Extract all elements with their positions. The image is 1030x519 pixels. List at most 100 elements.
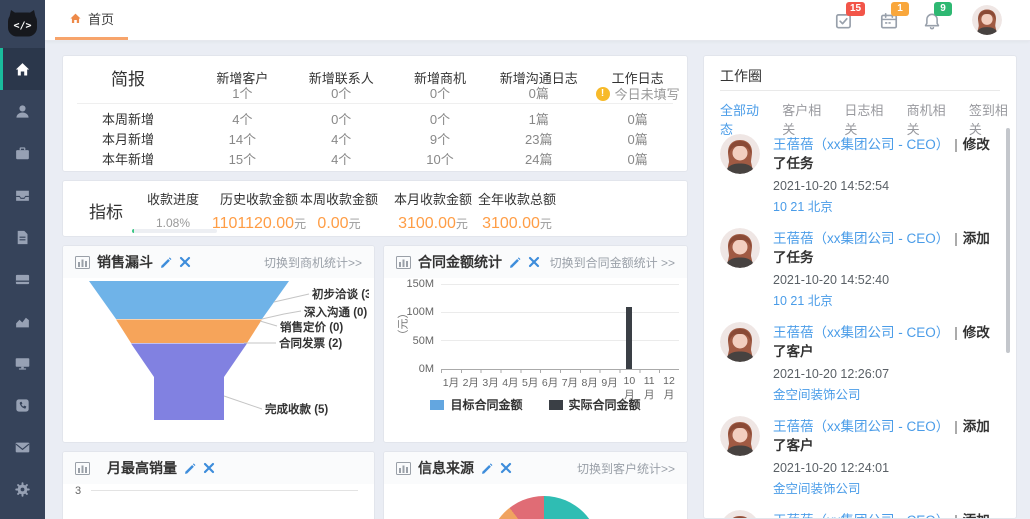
sidebar-item-documents[interactable]	[0, 216, 45, 258]
avatar[interactable]	[720, 416, 760, 456]
feed-user-link[interactable]: 王蓓蓓（xx集团公司 - CEO）	[773, 137, 949, 152]
notifications-button[interactable]: 9	[922, 6, 948, 32]
sidebar-item-inbox[interactable]	[0, 174, 45, 216]
feed-tab-all[interactable]: 全部动态	[720, 100, 767, 138]
tasks-button[interactable]: 15	[834, 6, 860, 32]
contract-stats-card: 合同金额统计 切换到合同金额统计 >> 150M 100M 50M 0M （元）…	[383, 245, 688, 443]
work-log-warning: !今日未填写	[596, 84, 680, 103]
chart-icon	[75, 462, 90, 475]
table-row: 本周新增 4个 0个 0个 1篇 0篇	[63, 109, 687, 128]
info-source-card: 信息来源 切换到客户统计>>	[383, 451, 688, 519]
divider	[77, 103, 673, 104]
feed-tab-opportunity[interactable]: 商机相关	[907, 100, 954, 138]
topbar: 首页 15 1 9	[45, 0, 1030, 41]
feed-item: 王蓓蓓（xx集团公司 - CEO）|添加了客户 2021-10-20 12:24…	[704, 416, 1016, 498]
sidebar-item-mail[interactable]	[0, 426, 45, 468]
table-row: 本月新增 14个 4个 9个 23篇 0篇	[63, 129, 687, 148]
feed-user-link[interactable]: 王蓓蓓（xx集团公司 - CEO）	[773, 419, 949, 434]
gridline	[441, 340, 679, 341]
sidebar-item-business[interactable]	[0, 132, 45, 174]
feed-target-link[interactable]: 10 21 北京	[773, 292, 998, 310]
phone-icon	[14, 397, 31, 414]
briefcase-icon	[14, 145, 31, 162]
sidebar-item-billing[interactable]	[0, 258, 45, 300]
brief-today-value: 0篇	[489, 83, 588, 103]
avatar[interactable]	[720, 322, 760, 362]
feed-user-link[interactable]: 王蓓蓓（xx集团公司 - CEO）	[773, 513, 949, 518]
monitor-icon	[14, 355, 31, 372]
funnel-title: 销售漏斗	[97, 252, 153, 272]
metrics-card: 指标 收款进度 1.08% 历史收款金额 1101120.00元 本周收款金额 …	[62, 180, 688, 237]
sales-funnel-chart[interactable]: 初步洽谈 (3) 深入沟通 (0) 销售定价 (0) 合同发票 (2) 完成收款…	[69, 280, 369, 440]
source-title: 信息来源	[418, 458, 474, 478]
home-icon	[14, 61, 31, 78]
sidebar-item-workbench[interactable]	[0, 342, 45, 384]
brief-today-value: 0个	[292, 83, 391, 103]
app-logo[interactable]: </>	[5, 5, 40, 40]
feed-tabs: 全部动态 客户相关 日志相关 商机相关 签到相关	[720, 100, 1016, 138]
edit-pencil-icon[interactable]	[184, 462, 196, 474]
close-icon[interactable]	[179, 256, 191, 268]
home-icon	[69, 12, 82, 25]
user-avatar[interactable]	[972, 5, 1002, 35]
avatar[interactable]	[720, 228, 760, 268]
calendar-badge: 1	[891, 2, 909, 16]
funnel-stage-label: 深入沟通 (0)	[304, 305, 367, 319]
tasks-badge: 15	[846, 2, 865, 16]
document-icon	[14, 229, 31, 246]
gridline	[91, 490, 358, 491]
notifications-badge: 9	[934, 2, 952, 16]
x-axis-ticks	[441, 369, 679, 373]
billing-card-icon	[14, 271, 31, 288]
y-axis-label: （元）	[395, 308, 411, 341]
bar-实际合同金额[interactable]	[626, 307, 632, 369]
switch-to-opportunity-link[interactable]: 切换到商机统计>>	[264, 254, 362, 271]
sidebar-item-analytics[interactable]	[0, 300, 45, 342]
edit-pencil-icon[interactable]	[481, 462, 493, 474]
contract-bar-chart[interactable]: 150M 100M 50M 0M （元） 1月2月3月4月5月6月7月8月9月1…	[384, 246, 687, 442]
funnel-stage-label: 完成收款 (5)	[265, 402, 328, 416]
feed-target-link[interactable]: 金空间装饰公司	[773, 480, 998, 498]
close-icon[interactable]	[500, 462, 512, 474]
chart-icon	[396, 462, 411, 475]
feed-tab-log[interactable]: 日志相关	[844, 100, 891, 138]
avatar[interactable]	[720, 134, 760, 174]
legend-target[interactable]: 目标合同金额	[430, 396, 522, 413]
sales-funnel-card: 销售漏斗 切换到商机统计>> 初步洽谈 (3) 深入沟通 (0) 销售定价 (0…	[62, 245, 375, 443]
legend-swatch	[549, 400, 563, 410]
brief-card: 简报 新增客户 新增联系人 新增商机 新增沟通日志 工作日志 1个 0个 0个 …	[62, 55, 688, 172]
feed-target-link[interactable]: 金空间装饰公司	[773, 386, 998, 404]
sidebar-item-customers[interactable]	[0, 90, 45, 132]
edit-pencil-icon[interactable]	[160, 256, 172, 268]
crm-dashboard: </>	[0, 0, 1030, 519]
work-feed-panel: 工作圈 全部动态 客户相关 日志相关 商机相关 签到相关 王蓓蓓（xx集团公司 …	[703, 55, 1017, 519]
feed-user-link[interactable]: 王蓓蓓（xx集团公司 - CEO）	[773, 325, 949, 340]
mail-icon	[14, 439, 31, 456]
sidebar-item-home[interactable]	[0, 48, 45, 90]
tab-home-label: 首页	[88, 9, 114, 28]
feed-user-link[interactable]: 王蓓蓓（xx集团公司 - CEO）	[773, 231, 949, 246]
brief-today-value: 0个	[391, 83, 490, 103]
monthly-title: 月最高销量	[107, 458, 177, 478]
feed-item: 王蓓蓓（xx集团公司 - CEO）|添加了任务 2021-10-20 14:52…	[704, 228, 1016, 310]
tab-home[interactable]: 首页	[55, 0, 128, 40]
gridline	[441, 312, 679, 313]
chart-icon	[75, 256, 90, 269]
gridline	[441, 284, 679, 285]
feed-tab-customer[interactable]: 客户相关	[782, 100, 829, 138]
sidebar-item-settings[interactable]	[0, 468, 45, 510]
brief-today-value: 1个	[193, 83, 292, 103]
divider	[720, 90, 1000, 91]
legend-actual[interactable]: 实际合同金额	[549, 396, 641, 413]
close-icon[interactable]	[203, 462, 215, 474]
feed-item: 王蓓蓓（xx集团公司 - CEO）|添加了任务 2021-10-19 19:55…	[704, 510, 1016, 518]
info-source-pie-chart[interactable]	[488, 496, 600, 519]
logo-text: </>	[13, 21, 31, 32]
feed-scrollbar[interactable]	[1006, 128, 1010, 353]
avatar[interactable]	[720, 510, 760, 518]
sidebar-item-calls[interactable]	[0, 384, 45, 426]
calendar-button[interactable]: 1	[879, 6, 905, 32]
feed-time: 2021-10-20 14:52:54	[773, 177, 998, 195]
feed-target-link[interactable]: 10 21 北京	[773, 198, 998, 216]
switch-to-customer-link[interactable]: 切换到客户统计>>	[577, 460, 675, 477]
